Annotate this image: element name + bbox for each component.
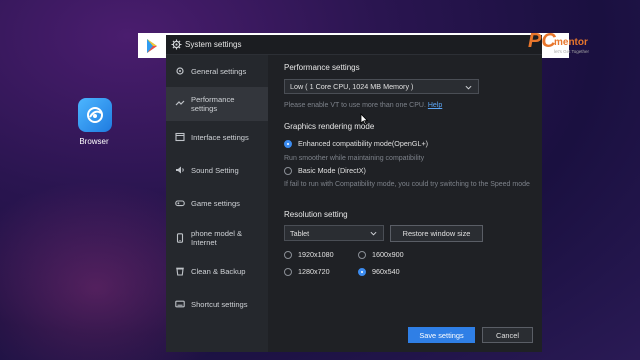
sidebar-item-label: Clean & Backup xyxy=(191,266,246,276)
sidebar-item-label: Performance settings xyxy=(191,95,235,113)
logo-pc: PC xyxy=(528,30,556,52)
res-label: 1600x900 xyxy=(372,250,404,259)
chevron-down-icon xyxy=(370,231,377,236)
performance-heading: Performance settings xyxy=(284,63,360,72)
help-link[interactable]: Help xyxy=(428,102,442,109)
sound-icon xyxy=(176,166,184,174)
radio-directx[interactable]: Basic Mode (DirectX) xyxy=(284,166,366,175)
desktop-icon-label: Browser xyxy=(79,137,109,146)
radio-res-1600[interactable]: 1600x900 xyxy=(358,250,404,259)
performance-select-value: Low ( 1 Core CPU, 1024 MB Memory ) xyxy=(290,82,414,91)
play-store-icon[interactable] xyxy=(142,36,162,56)
settings-sidebar: General settings Performance settings In… xyxy=(166,55,268,352)
radio-res-1920[interactable]: 1920x1080 xyxy=(284,250,334,259)
sidebar-item-interface[interactable]: Interface settings xyxy=(166,121,268,153)
sidebar-item-phone-internet[interactable]: phone model & Internet xyxy=(166,220,268,256)
directx-note: If fail to run with Compatibility mode, … xyxy=(284,181,530,188)
vt-note: Please enable VT to use more than one CP… xyxy=(284,100,442,111)
sidebar-item-sound[interactable]: Sound Setting xyxy=(166,154,268,186)
radio-res-1280[interactable]: 1280x720 xyxy=(284,267,330,276)
browser-icon[interactable] xyxy=(78,98,112,132)
resolution-heading: Resolution setting xyxy=(284,210,348,219)
mouse-cursor-icon xyxy=(360,113,368,125)
general-settings-icon xyxy=(176,67,184,75)
sidebar-item-clean-backup[interactable]: Clean & Backup xyxy=(166,255,268,287)
sidebar-item-label: Shortcut settings xyxy=(191,299,248,309)
sidebar-item-general[interactable]: General settings xyxy=(166,55,268,87)
sidebar-item-game[interactable]: Game settings xyxy=(166,187,268,219)
gamepad-icon xyxy=(175,200,185,207)
radio-button[interactable] xyxy=(358,250,366,259)
radio-directx-label: Basic Mode (DirectX) xyxy=(298,166,366,175)
gear-icon xyxy=(171,39,182,50)
cancel-button[interactable]: Cancel xyxy=(482,327,533,343)
radio-button[interactable] xyxy=(284,250,292,259)
resolution-mode-select[interactable]: Tablet xyxy=(284,225,384,241)
system-settings-dialog: System settings General settings Perform… xyxy=(166,35,542,352)
res-label: 960x540 xyxy=(372,267,400,276)
performance-select[interactable]: Low ( 1 Core CPU, 1024 MB Memory ) xyxy=(284,79,479,94)
performance-icon xyxy=(175,100,185,106)
radio-button-checked[interactable] xyxy=(358,267,366,276)
keyboard-icon xyxy=(175,300,185,308)
radio-button[interactable] xyxy=(284,267,292,276)
radio-res-960[interactable]: 960x540 xyxy=(358,267,400,276)
sidebar-item-label: Sound Setting xyxy=(191,165,239,175)
radio-button-checked[interactable] xyxy=(284,139,292,148)
radio-button[interactable] xyxy=(284,166,292,175)
sidebar-item-label: phone model & Internet xyxy=(191,229,243,247)
pcmentor-watermark-logo: PC mentor let's Get Together xyxy=(528,30,624,58)
phone-icon xyxy=(176,233,184,243)
settings-content: Performance settings Low ( 1 Core CPU, 1… xyxy=(268,55,542,352)
trash-icon xyxy=(176,267,184,276)
restore-window-size-button[interactable]: Restore window size xyxy=(390,225,483,242)
opengl-note: Run smoother while maintaining compatibi… xyxy=(284,155,425,162)
dialog-title: System settings xyxy=(185,40,242,49)
interface-icon xyxy=(175,132,185,142)
chevron-down-icon xyxy=(465,85,472,90)
save-settings-button[interactable]: Save settings xyxy=(408,327,475,343)
vt-note-text: Please enable VT to use more than one CP… xyxy=(284,102,426,109)
res-label: 1920x1080 xyxy=(298,250,334,259)
resolution-mode-value: Tablet xyxy=(290,228,310,238)
radio-opengl[interactable]: Enhanced compatibility mode(OpenGL+) xyxy=(284,139,428,148)
sidebar-item-shortcut[interactable]: Shortcut settings xyxy=(166,288,268,320)
desktop-shortcut-browser[interactable]: Browser xyxy=(78,98,114,146)
sidebar-item-performance[interactable]: Performance settings xyxy=(166,87,268,121)
sidebar-item-label: General settings xyxy=(191,66,247,76)
logo-tagline: let's Get Together xyxy=(554,49,590,54)
sidebar-item-label: Interface settings xyxy=(191,132,249,142)
logo-mentor: mentor xyxy=(554,37,588,48)
sidebar-item-label: Game settings xyxy=(191,198,240,208)
radio-opengl-label: Enhanced compatibility mode(OpenGL+) xyxy=(298,139,429,148)
dialog-header: System settings xyxy=(166,35,542,55)
res-label: 1280x720 xyxy=(298,267,330,276)
